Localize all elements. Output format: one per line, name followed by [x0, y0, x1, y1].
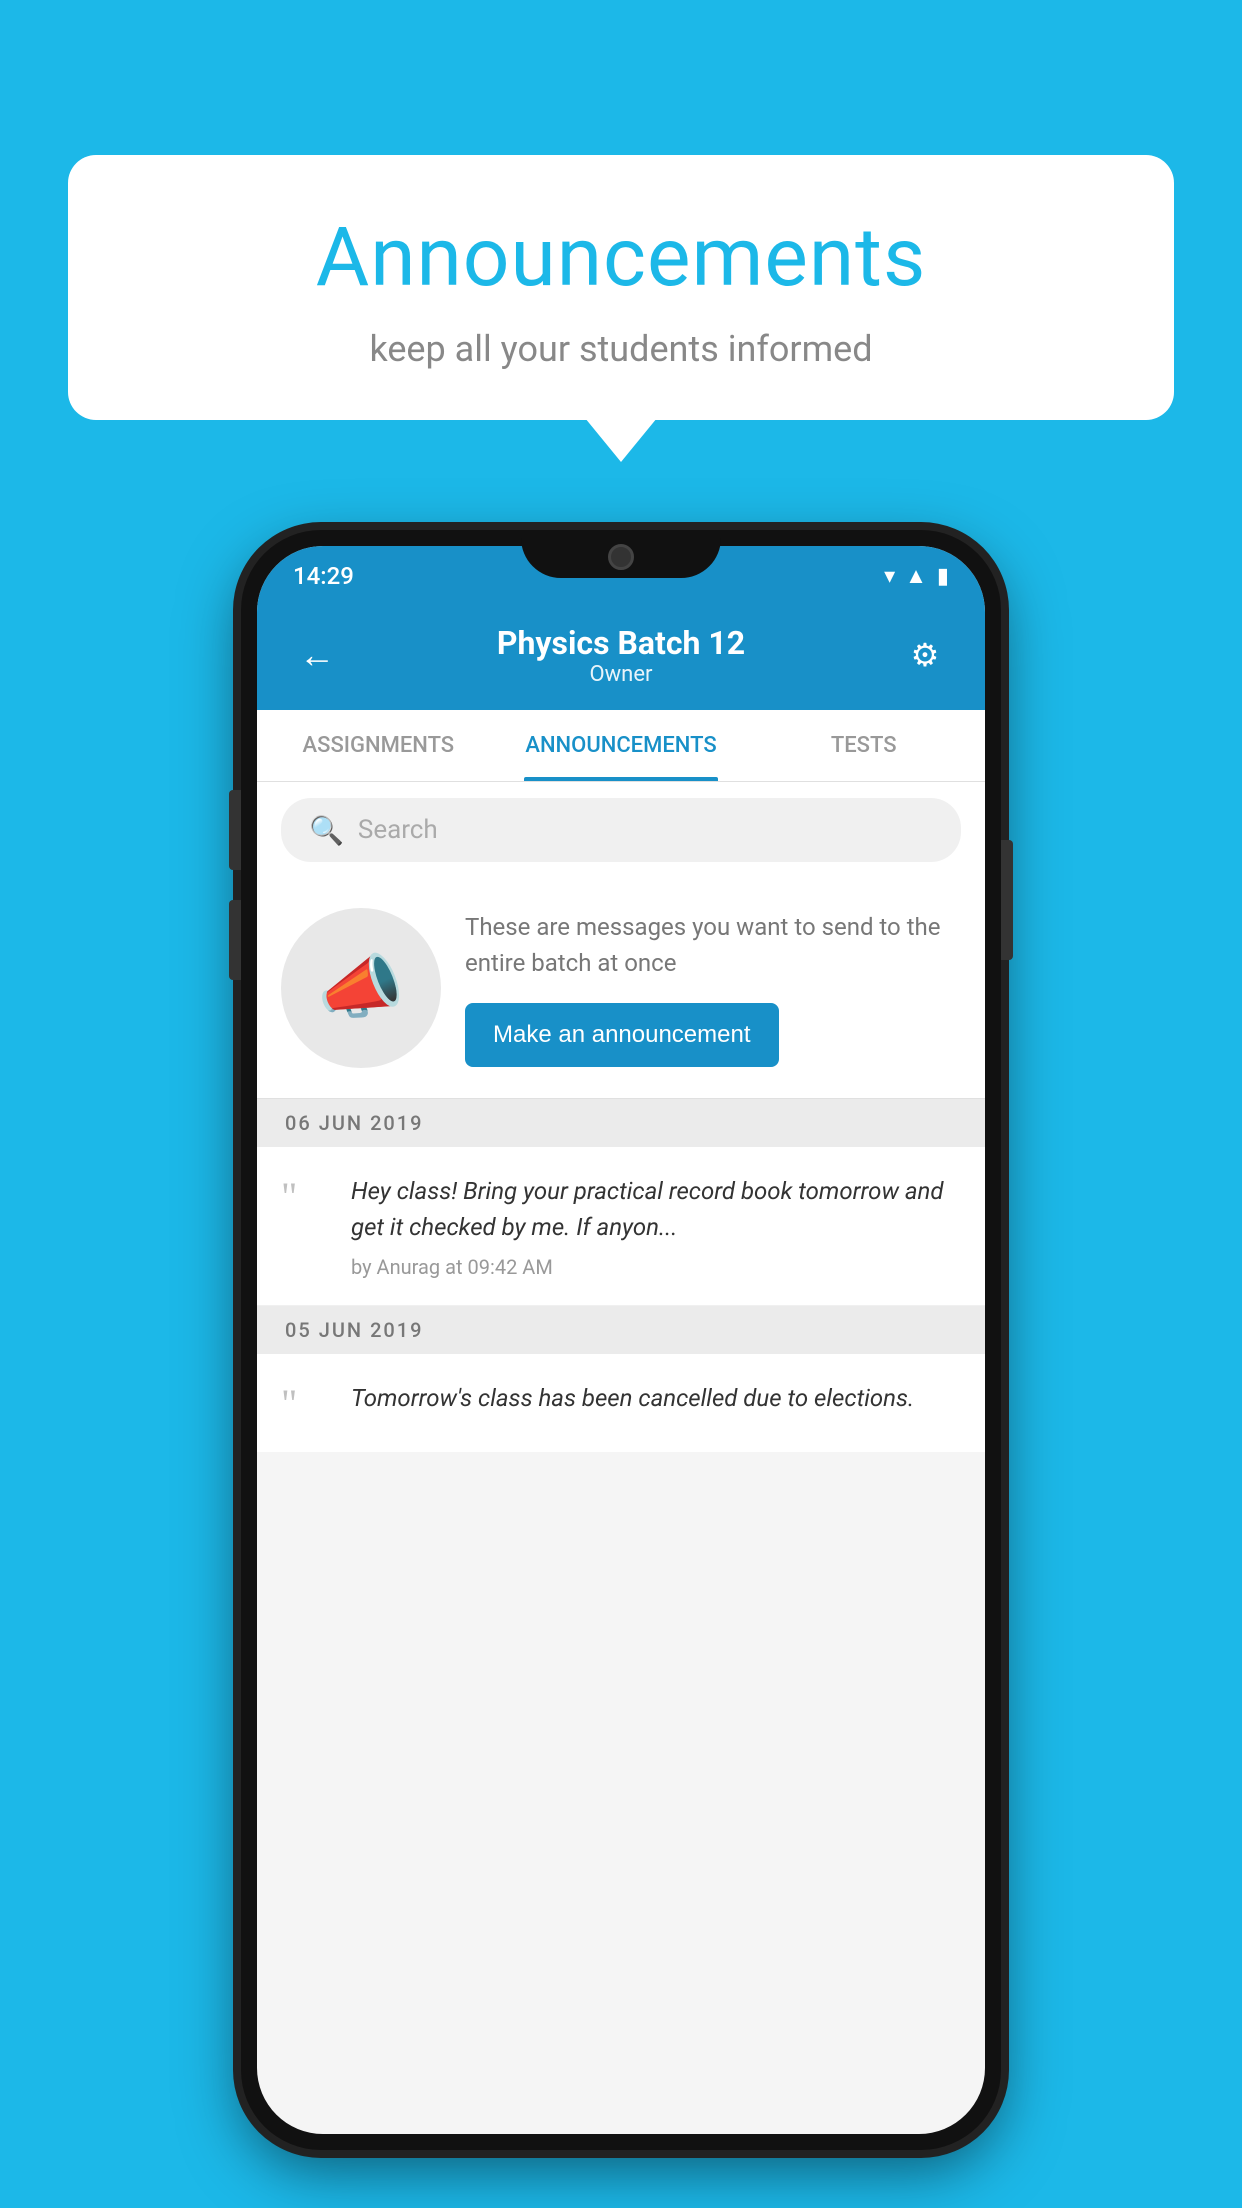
search-container: 🔍 Search [257, 782, 985, 878]
tab-assignments[interactable]: ASSIGNMENTS [257, 710, 500, 781]
status-icons: ▾ ▲ ▮ [884, 563, 949, 589]
announcement-meta-1: by Anurag at 09:42 AM [351, 1255, 961, 1279]
quote-icon-2: " [281, 1380, 331, 1424]
power-button [1001, 840, 1013, 960]
status-time: 14:29 [293, 562, 354, 590]
app-bar: ← Physics Batch 12 Owner ⚙ [257, 600, 985, 710]
wifi-icon: ▾ [884, 564, 895, 589]
app-bar-center: Physics Batch 12 Owner [347, 624, 895, 687]
tab-tests[interactable]: TESTS [742, 710, 985, 781]
announcement-content-2: Tomorrow's class has been cancelled due … [351, 1380, 961, 1426]
volume-up-button [229, 790, 241, 870]
announcement-content-1: Hey class! Bring your practical record b… [351, 1173, 961, 1279]
batch-title: Physics Batch 12 [347, 624, 895, 662]
tab-bar: ASSIGNMENTS ANNOUNCEMENTS TESTS [257, 710, 985, 782]
main-subtitle: keep all your students informed [128, 328, 1114, 370]
announcement-item-1[interactable]: " Hey class! Bring your practical record… [257, 1147, 985, 1306]
search-bar[interactable]: 🔍 Search [281, 798, 961, 862]
quote-icon-1: " [281, 1173, 331, 1217]
header-section: Announcements keep all your students inf… [68, 155, 1174, 420]
volume-down-button [229, 900, 241, 980]
search-placeholder: Search [358, 815, 438, 845]
promo-description: These are messages you want to send to t… [465, 909, 961, 981]
phone-screen: 14:29 ▾ ▲ ▮ ← Physics Batch 12 Owner ⚙ [257, 546, 985, 2134]
date-separator-2: 05 JUN 2019 [257, 1306, 985, 1354]
settings-button[interactable]: ⚙ [895, 636, 955, 674]
phone-shell: 14:29 ▾ ▲ ▮ ← Physics Batch 12 Owner ⚙ [241, 530, 1001, 2150]
announcement-text-1: Hey class! Bring your practical record b… [351, 1173, 961, 1245]
signal-icon: ▲ [905, 563, 927, 589]
back-button[interactable]: ← [287, 634, 347, 676]
batch-role: Owner [347, 662, 895, 687]
megaphone-icon: 📣 [317, 947, 404, 1029]
date-separator-1: 06 JUN 2019 [257, 1099, 985, 1147]
promo-section: 📣 These are messages you want to send to… [257, 878, 985, 1099]
announcement-text-2: Tomorrow's class has been cancelled due … [351, 1380, 961, 1416]
promo-icon-circle: 📣 [281, 908, 441, 1068]
speech-bubble: Announcements keep all your students inf… [68, 155, 1174, 420]
promo-right: These are messages you want to send to t… [465, 909, 961, 1067]
battery-icon: ▮ [937, 564, 949, 589]
phone-mockup: 14:29 ▾ ▲ ▮ ← Physics Batch 12 Owner ⚙ [241, 530, 1001, 2150]
search-icon: 🔍 [309, 814, 344, 847]
announcement-item-2[interactable]: " Tomorrow's class has been cancelled du… [257, 1354, 985, 1452]
tab-announcements[interactable]: ANNOUNCEMENTS [500, 710, 743, 781]
make-announcement-button[interactable]: Make an announcement [465, 1003, 779, 1067]
phone-notch [521, 530, 721, 578]
phone-camera [608, 544, 634, 570]
main-title: Announcements [128, 210, 1114, 306]
